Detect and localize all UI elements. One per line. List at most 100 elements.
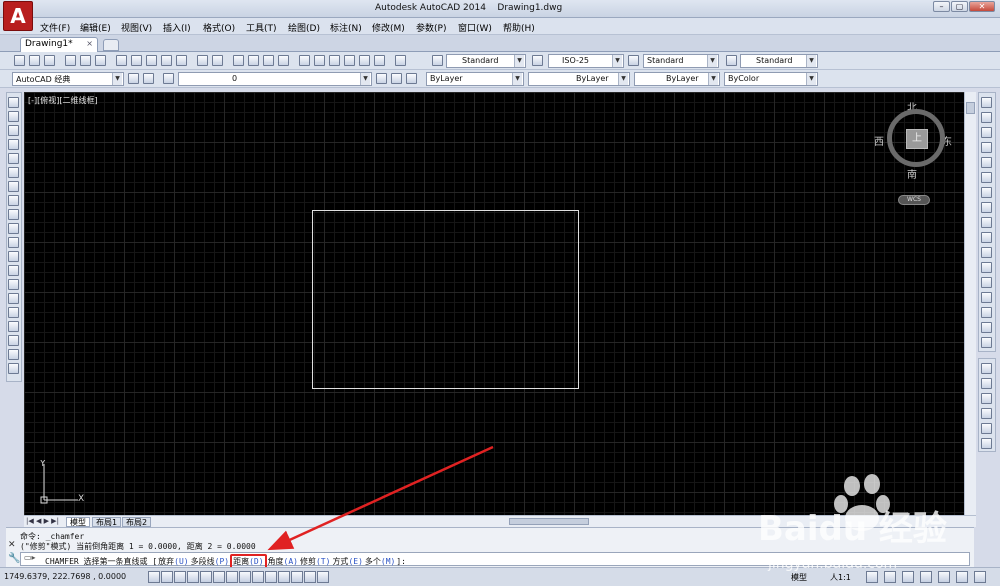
match-properties-icon[interactable] <box>161 55 172 66</box>
command-input[interactable]: ▭▸ CHAMFER 选择第一条直线或 [放弃(U) 多段线(P) 距离(D) 角度(… <box>20 552 970 569</box>
tool-palettes-icon[interactable] <box>329 55 340 66</box>
mleader-style-dropdown[interactable]: Standard ▼ <box>740 54 818 68</box>
extend-icon[interactable] <box>981 247 992 258</box>
object-snap-icon[interactable] <box>213 571 225 583</box>
color-dropdown[interactable]: ByLayer ▼ <box>426 72 524 86</box>
annotation-visibility-icon[interactable] <box>866 571 878 583</box>
chamfer-icon[interactable] <box>981 307 992 318</box>
layer-properties-icon[interactable] <box>163 73 174 84</box>
minimize-button[interactable]: – <box>933 1 950 12</box>
rotate-icon[interactable] <box>981 187 992 198</box>
option-trim[interactable]: 修剪(T) <box>299 556 331 567</box>
model-space-button[interactable]: 模型 <box>791 572 807 583</box>
lineweight-icon[interactable] <box>278 571 290 583</box>
3d-osnap-icon[interactable] <box>226 571 238 583</box>
markup-icon[interactable] <box>359 55 370 66</box>
menu-item-6[interactable]: 绘图(D) <box>288 21 320 34</box>
menu-item-9[interactable]: 参数(P) <box>416 21 446 34</box>
wcs-menu[interactable]: WCS <box>898 195 930 205</box>
menu-item-2[interactable]: 视图(V) <box>121 21 152 34</box>
arc-icon[interactable] <box>8 167 19 178</box>
plot-preview-icon[interactable] <box>80 55 91 66</box>
join-icon[interactable] <box>981 292 992 303</box>
menu-item-0[interactable]: 文件(F) <box>40 21 70 34</box>
vertical-scrollbar[interactable] <box>964 92 976 515</box>
close-button[interactable]: ✕ <box>969 1 995 12</box>
trim-icon[interactable] <box>981 232 992 243</box>
layer-dropdown[interactable]: 0 ▼ <box>178 72 372 86</box>
new-tab-button[interactable] <box>103 39 119 51</box>
menu-item-10[interactable]: 窗口(W) <box>458 21 492 34</box>
revision-cloud-icon[interactable] <box>8 195 19 206</box>
menu-item-4[interactable]: 格式(O) <box>203 21 235 34</box>
paste-icon[interactable] <box>146 55 157 66</box>
mtext-icon[interactable] <box>8 349 19 360</box>
vscroll-thumb[interactable] <box>966 102 975 114</box>
selection-cycling-icon[interactable] <box>317 571 329 583</box>
pan-icon[interactable] <box>233 55 244 66</box>
polygon-icon[interactable] <box>8 139 19 150</box>
region-icon[interactable] <box>8 321 19 332</box>
design-center-icon[interactable] <box>314 55 325 66</box>
line-icon[interactable] <box>8 97 19 108</box>
transparency-icon[interactable] <box>291 571 303 583</box>
app-menu-button[interactable]: A <box>3 1 33 31</box>
linetype-dropdown[interactable]: ByLayer ▼ <box>528 72 630 86</box>
mirror-icon[interactable] <box>981 127 992 138</box>
explode-icon[interactable] <box>981 337 992 348</box>
drawing-canvas[interactable]: [-][俯视][二维线框] 北 西 东 南 上 WCS Y X <box>24 92 964 515</box>
tab-model[interactable]: 模型 <box>66 517 90 527</box>
infer-constraints-icon[interactable] <box>148 571 160 583</box>
grid-display-icon[interactable] <box>174 571 186 583</box>
rectangle-icon[interactable] <box>8 153 19 164</box>
help-icon[interactable] <box>395 55 406 66</box>
tab-close-icon[interactable]: × <box>86 39 93 48</box>
text-style-dropdown[interactable]: Standard ▼ <box>446 54 526 68</box>
option-polyline[interactable]: 多段线(P) <box>190 556 230 567</box>
viewcube-top-face[interactable]: 上 <box>906 129 928 149</box>
menu-item-7[interactable]: 标注(N) <box>330 21 362 34</box>
menu-item-1[interactable]: 编辑(E) <box>80 21 111 34</box>
spline-icon[interactable] <box>8 209 19 220</box>
option-undo[interactable]: 放弃(U) <box>157 556 189 567</box>
quick-properties-icon[interactable] <box>304 571 316 583</box>
copy-icon[interactable] <box>131 55 142 66</box>
make-block-icon[interactable] <box>8 265 19 276</box>
layer-state-icon[interactable] <box>406 73 417 84</box>
text-to-front-icon[interactable] <box>981 423 992 434</box>
block-editor-icon[interactable] <box>176 55 187 66</box>
send-under-icon[interactable] <box>981 408 992 419</box>
workspace-settings-icon[interactable] <box>128 73 139 84</box>
lineweight-dropdown[interactable]: ByLayer ▼ <box>634 72 720 86</box>
insert-block-icon[interactable] <box>8 251 19 262</box>
menu-item-3[interactable]: 插入(I) <box>163 21 191 34</box>
erase-icon[interactable] <box>981 97 992 108</box>
open-icon[interactable] <box>29 55 40 66</box>
copy-object-icon[interactable] <box>981 112 992 123</box>
publish-icon[interactable] <box>95 55 106 66</box>
tab-nav-arrows-icon[interactable]: |◀ ◀ ▶ ▶| <box>26 517 59 525</box>
new-icon[interactable] <box>14 55 25 66</box>
array-icon[interactable] <box>981 157 992 168</box>
viewcube-west[interactable]: 西 <box>874 133 884 148</box>
construction-line-icon[interactable] <box>8 111 19 122</box>
make-current-layer-icon[interactable] <box>376 73 387 84</box>
workspace-dropdown[interactable]: AutoCAD 经典 ▼ <box>12 72 124 86</box>
redo-icon[interactable] <box>212 55 223 66</box>
move-icon[interactable] <box>981 172 992 183</box>
workspace-toggle-icon[interactable] <box>143 73 154 84</box>
text-style-icon[interactable] <box>432 55 443 66</box>
gradient-icon[interactable] <box>8 307 19 318</box>
undo-icon[interactable] <box>197 55 208 66</box>
command-close-icon[interactable]: ✕ <box>8 540 16 550</box>
properties-icon[interactable] <box>299 55 310 66</box>
bring-to-front-icon[interactable] <box>981 363 992 374</box>
clean-screen-icon[interactable] <box>974 571 986 583</box>
tab-layout2[interactable]: 布局2 <box>122 517 152 527</box>
point-icon[interactable] <box>8 279 19 290</box>
viewport-controls[interactable]: [-][俯视][二维线框] <box>28 95 98 106</box>
cut-icon[interactable] <box>116 55 127 66</box>
object-snap-tracking-icon[interactable] <box>239 571 251 583</box>
plotstyle-dropdown[interactable]: ByColor ▼ <box>724 72 818 86</box>
polyline-icon[interactable] <box>8 125 19 136</box>
